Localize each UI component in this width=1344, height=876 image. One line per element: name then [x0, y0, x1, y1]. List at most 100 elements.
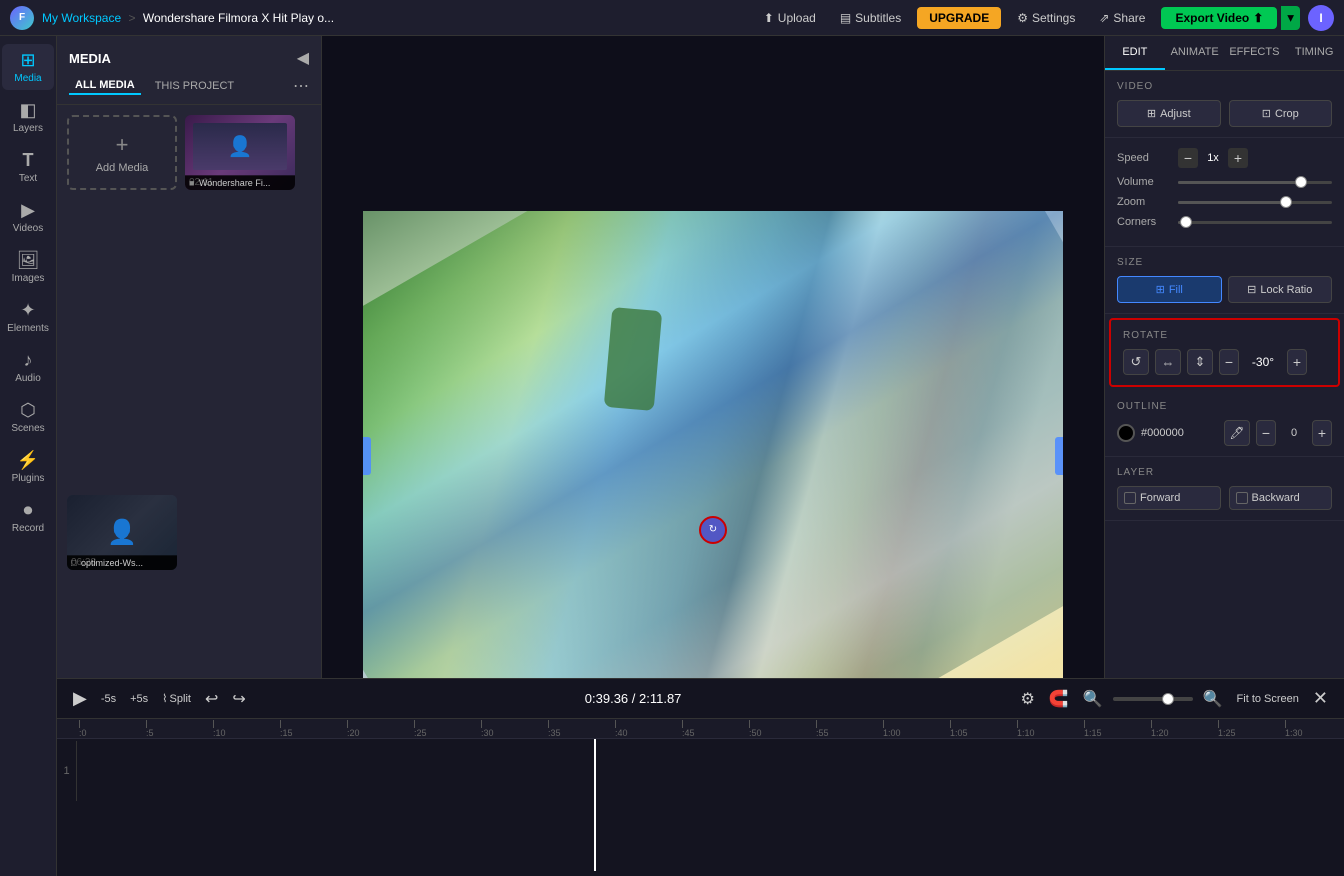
backward-button[interactable]: Backward — [1229, 486, 1333, 510]
tab-this-project[interactable]: THIS PROJECT — [149, 78, 240, 94]
rotate-section: ROTATE ↺ ⇔ ⇕ − -30° + — [1109, 318, 1340, 387]
speed-decrease-button[interactable]: − — [1178, 148, 1198, 168]
video-buttons-row: ⊞ Adjust ⊡ Crop — [1117, 100, 1332, 127]
sidebar-item-images[interactable]: 🖼 Images — [2, 244, 54, 290]
avatar[interactable]: I — [1308, 5, 1334, 31]
flip-horizontal-button[interactable]: ⇔ — [1155, 349, 1181, 375]
tab-all-media[interactable]: ALL MEDIA — [69, 77, 141, 95]
outline-color-swatch[interactable] — [1117, 424, 1135, 442]
rotate-decrease-button[interactable]: − — [1219, 349, 1239, 375]
export-dropdown-button[interactable]: ▾ — [1281, 6, 1300, 30]
upload-icon: ⬆ — [764, 11, 774, 25]
flip-vertical-button[interactable]: ⇕ — [1187, 349, 1213, 375]
outline-color-hex: #000000 — [1141, 427, 1218, 439]
rotate-section-title: ROTATE — [1123, 330, 1326, 341]
track-content-area[interactable] — [77, 741, 1344, 801]
corners-slider[interactable] — [1178, 221, 1332, 224]
crop-icon: ⊡ — [1262, 107, 1271, 120]
tab-timing[interactable]: TIMING — [1284, 36, 1344, 70]
zoom-slider[interactable] — [1178, 201, 1332, 204]
preview-handle-right[interactable] — [1055, 437, 1063, 475]
zoom-in-button[interactable]: 🔍 — [1199, 687, 1227, 711]
media-thumb-1[interactable]: 👤 02:11 ■ Wondershare Fi... — [185, 115, 295, 190]
settings-icon: ⚙ — [1017, 11, 1028, 25]
share-button[interactable]: ⇗ Share — [1091, 7, 1153, 29]
media-more-button[interactable]: ⋯ — [293, 76, 309, 96]
scenes-icon: ⬡ — [20, 400, 36, 421]
zoom-slider-track[interactable] — [1113, 697, 1193, 701]
add-media-button[interactable]: + Add Media — [67, 115, 177, 190]
play-button[interactable]: ▶ — [69, 686, 91, 711]
volume-slider[interactable] — [1178, 181, 1332, 184]
backward-checkbox[interactable] — [1236, 492, 1248, 504]
add-media-label: Add Media — [96, 162, 149, 174]
sidebar-item-audio[interactable]: ♪ Audio — [2, 344, 54, 390]
timeline-toolbar: ▶ -5s +5s ⌇Fit to ScreenSplit ↩ ↪ 0:39.3… — [57, 679, 1344, 719]
timeline-magnet-button[interactable]: 🧲 — [1045, 687, 1073, 711]
preview-canvas[interactable]: ↻ — [363, 211, 1063, 701]
sidebar-item-elements[interactable]: ✦ Elements — [2, 294, 54, 340]
lock-ratio-button[interactable]: ⊟ Lock Ratio — [1228, 276, 1333, 303]
forward-checkbox[interactable] — [1124, 492, 1136, 504]
media-collapse-button[interactable]: ◀ — [297, 48, 309, 68]
upload-button[interactable]: ⬆ Upload — [756, 7, 824, 29]
speed-increase-button[interactable]: + — [1228, 148, 1248, 168]
tab-edit[interactable]: EDIT — [1105, 36, 1165, 70]
sidebar-item-plugins[interactable]: ⚡ Plugins — [2, 444, 54, 490]
layer-section-title: LAYER — [1117, 467, 1332, 478]
redo-button[interactable]: ↪ — [228, 687, 249, 711]
zoom-out-button[interactable]: 🔍 — [1079, 687, 1107, 711]
sidebar-item-media[interactable]: ⊞ Media — [2, 44, 54, 90]
left-sidebar: ⊞ Media ◧ Layers T Text ▶ Videos 🖼 Image… — [0, 36, 57, 876]
sidebar-item-text[interactable]: T Text — [2, 144, 54, 190]
timeline: ▶ -5s +5s ⌇Fit to ScreenSplit ↩ ↪ 0:39.3… — [57, 678, 1344, 876]
preview-drag-handle[interactable]: ↻ — [699, 516, 727, 544]
tab-effects[interactable]: EFFECTS — [1225, 36, 1285, 70]
timeline-tracks: 1 — [57, 739, 1344, 871]
right-panel-tabs: EDIT ANIMATE EFFECTS TIMING — [1105, 36, 1344, 71]
rotate-counterclockwise-button[interactable]: ↺ — [1123, 349, 1149, 375]
record-icon: ⏺ — [24, 500, 33, 521]
media-thumb-2[interactable]: 👤 06:28 □ optimized-Ws... — [67, 495, 177, 570]
rotate-increase-button[interactable]: + — [1287, 349, 1307, 375]
adjust-button[interactable]: ⊞ Adjust — [1117, 100, 1221, 127]
tab-animate[interactable]: ANIMATE — [1165, 36, 1225, 70]
crop-button[interactable]: ⊡ Crop — [1229, 100, 1333, 127]
images-icon: 🖼 — [17, 250, 40, 271]
export-button[interactable]: Export Video ⬆ — [1161, 7, 1277, 29]
export-icon: ⬆ — [1253, 11, 1263, 25]
fill-button[interactable]: ⊞ Fill — [1117, 276, 1222, 303]
timeline-settings-button[interactable]: ⚙ — [1016, 687, 1038, 711]
timeline-track-1: 1 — [57, 741, 1344, 801]
outline-eyedropper-button[interactable]: 🖊 — [1224, 420, 1250, 446]
sidebar-item-layers[interactable]: ◧ Layers — [2, 94, 54, 140]
forward-button[interactable]: Forward — [1117, 486, 1221, 510]
outline-increase-button[interactable]: + — [1312, 420, 1332, 446]
layers-icon: ◧ — [19, 100, 36, 121]
split-button[interactable]: ⌇Fit to ScreenSplit — [158, 690, 195, 707]
zoom-thumb — [1162, 693, 1174, 705]
rotate-value: -30° — [1245, 355, 1281, 369]
zoom-row: Zoom — [1117, 196, 1332, 208]
forward-button[interactable]: +5s — [126, 691, 152, 707]
undo-button[interactable]: ↩ — [201, 687, 222, 711]
media-thumb-name-1: ■ Wondershare Fi... — [185, 176, 295, 190]
rewind-button[interactable]: -5s — [97, 691, 120, 707]
ruler-marks: :0:5:10:15:20:25:30:35:40:45:50:551:001:… — [79, 720, 1344, 738]
plugins-icon: ⚡ — [17, 450, 39, 471]
settings-button[interactable]: ⚙ Settings — [1009, 7, 1083, 29]
upgrade-button[interactable]: UPGRADE — [917, 7, 1001, 29]
subtitles-button[interactable]: ▤ Subtitles — [832, 7, 909, 29]
sidebar-item-videos[interactable]: ▶ Videos — [2, 194, 54, 240]
timeline-close-button[interactable]: ✕ — [1309, 686, 1332, 711]
layer-buttons-row: Forward Backward — [1117, 486, 1332, 510]
outline-decrease-button[interactable]: − — [1256, 420, 1276, 446]
media-thumb-name-2: □ optimized-Ws... — [67, 556, 177, 570]
workspace-breadcrumb[interactable]: My Workspace > Wondershare Filmora X Hit… — [42, 11, 334, 25]
elements-icon: ✦ — [20, 300, 35, 321]
preview-handle-left[interactable] — [363, 437, 371, 475]
sidebar-item-scenes[interactable]: ⬡ Scenes — [2, 394, 54, 440]
sidebar-item-record[interactable]: ⏺ Record — [2, 494, 54, 540]
playhead — [594, 739, 596, 871]
fit-to-screen-button[interactable]: Fit to Screen — [1233, 691, 1303, 707]
